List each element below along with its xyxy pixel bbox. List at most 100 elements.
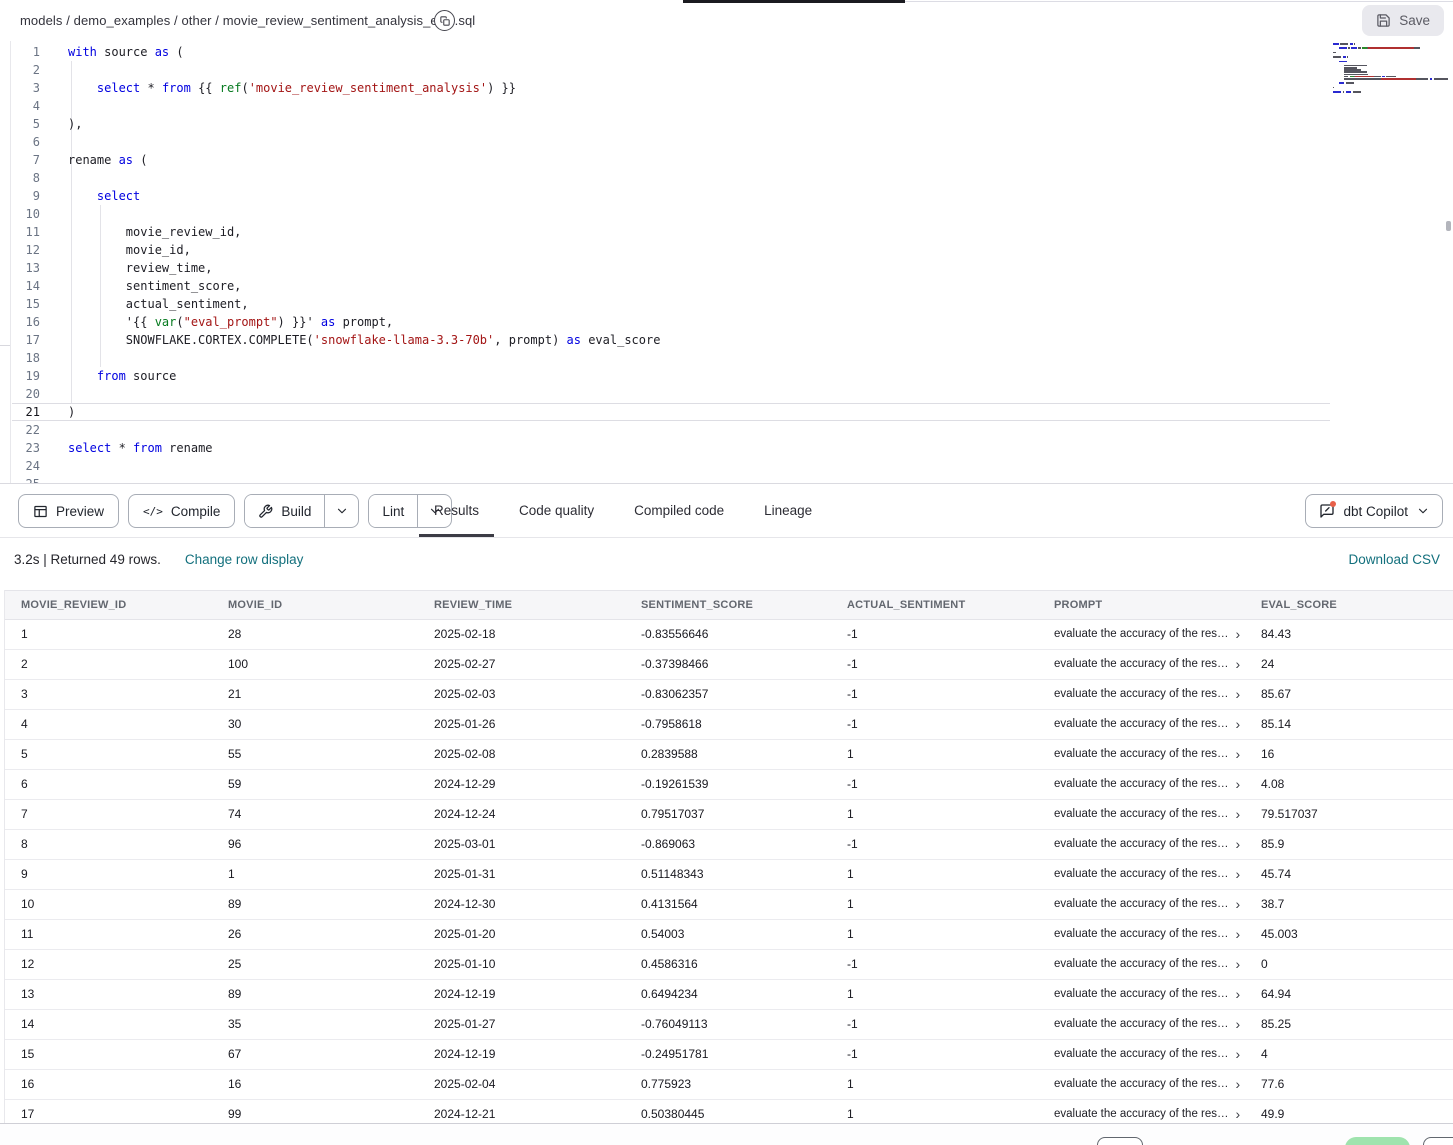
prompt-cell[interactable]: evaluate the accuracy of the res… › (1038, 860, 1245, 889)
sql-editor[interactable]: 1234567891011121314151617181920212223242… (0, 41, 1453, 483)
table-cell: 2025-01-10 (418, 950, 625, 979)
lint-label: Lint (382, 504, 404, 519)
copy-filename-button[interactable] (434, 10, 455, 31)
bottom-bar-button[interactable] (1097, 1137, 1143, 1145)
lint-button[interactable]: Lint (369, 495, 417, 527)
table-row: 912025-01-310.511483431evaluate the accu… (5, 860, 1453, 890)
expand-prompt-icon[interactable]: › (1236, 1077, 1241, 1091)
line-number: 11 (0, 223, 40, 241)
expand-prompt-icon[interactable]: › (1236, 837, 1241, 851)
prompt-cell[interactable]: evaluate the accuracy of the res… › (1038, 1070, 1245, 1099)
table-cell: 1 (831, 860, 1038, 889)
table-cell: 55 (212, 740, 418, 769)
prompt-cell[interactable]: evaluate the accuracy of the res…› (1038, 890, 1245, 919)
dbt-copilot-button[interactable]: dbt Copilot (1305, 494, 1443, 528)
table-cell: 2024-12-21 (418, 1100, 625, 1123)
prompt-preview: evaluate the accuracy of the res… (1054, 1070, 1229, 1099)
prompt-cell[interactable]: evaluate the accuracy of the res…› (1038, 650, 1245, 679)
table-header-row: MOVIE_REVIEW_IDMOVIE_IDREVIEW_TIMESENTIM… (5, 590, 1453, 620)
editor-gutter: 1234567891011121314151617181920212223242… (0, 43, 40, 483)
line-number: 7 (0, 151, 40, 169)
expand-prompt-icon[interactable]: › (1236, 687, 1241, 701)
prompt-cell[interactable]: evaluate the accuracy of the res… › (1038, 770, 1245, 799)
table-row: 7742024-12-240.795170371evaluate the acc… (5, 800, 1453, 830)
expand-prompt-icon[interactable]: › (1236, 957, 1241, 971)
expand-prompt-icon[interactable]: › (1236, 627, 1241, 641)
table-cell: 1 (831, 920, 1038, 949)
expand-prompt-icon[interactable]: › (1236, 717, 1241, 731)
expand-prompt-icon[interactable]: › (1236, 897, 1241, 911)
prompt-cell[interactable]: evaluate the accuracy of the res…› (1038, 800, 1245, 829)
save-button[interactable]: Save (1362, 5, 1444, 36)
prompt-cell[interactable]: evaluate the accuracy of the res…› (1038, 1100, 1245, 1123)
table-cell: 0.51148343 (625, 860, 831, 889)
prompt-cell[interactable]: evaluate the accuracy of the res…› (1038, 620, 1245, 649)
expand-prompt-icon[interactable]: › (1236, 657, 1241, 671)
expand-prompt-icon[interactable]: › (1236, 867, 1241, 881)
table-cell: 85.9 (1245, 830, 1453, 859)
code-line (68, 349, 660, 367)
code-line: select * from {{ ref('movie_review_senti… (68, 79, 660, 97)
table-cell: 100 (212, 650, 418, 679)
line-number: 10 (0, 205, 40, 223)
prompt-preview: evaluate the accuracy of the res… (1054, 680, 1229, 709)
expand-prompt-icon[interactable]: › (1236, 1047, 1241, 1061)
chevron-down-icon (335, 504, 349, 518)
prompt-preview: evaluate the accuracy of the res… (1054, 860, 1229, 889)
tab-results[interactable]: Results (432, 484, 481, 537)
table-cell: 2025-03-01 (418, 830, 625, 859)
preview-button[interactable]: Preview (18, 494, 119, 528)
prompt-cell[interactable]: evaluate the accuracy of the res…› (1038, 740, 1245, 769)
prompt-cell[interactable]: evaluate the accuracy of the res…› (1038, 1040, 1245, 1069)
build-split-button: Build (244, 494, 359, 528)
bottom-bar-green-pill[interactable] (1345, 1137, 1410, 1145)
tab-lineage[interactable]: Lineage (762, 484, 814, 537)
table-row: 5552025-02-080.28395881evaluate the accu… (5, 740, 1453, 770)
prompt-cell[interactable]: evaluate the accuracy of the res…› (1038, 950, 1245, 979)
table-cell: 77.6 (1245, 1070, 1453, 1099)
compile-button[interactable]: </> Compile (128, 494, 235, 528)
change-row-display-link[interactable]: Change row display (185, 552, 304, 567)
bottom-bar-button[interactable] (1423, 1137, 1453, 1145)
column-header: PROMPT (1038, 591, 1245, 619)
expand-prompt-icon[interactable]: › (1236, 927, 1241, 941)
expand-prompt-icon[interactable]: › (1236, 807, 1241, 821)
build-dropdown-button[interactable] (324, 495, 358, 527)
prompt-cell[interactable]: evaluate the accuracy of the res…› (1038, 830, 1245, 859)
prompt-preview: evaluate the accuracy of the res… (1054, 770, 1229, 799)
editor-code[interactable]: with source as ( select * from {{ ref('m… (68, 43, 660, 483)
table-cell: 2025-01-26 (418, 710, 625, 739)
expand-prompt-icon[interactable]: › (1236, 987, 1241, 1001)
table-body: 1282025-02-18-0.83556646-1evaluate the a… (5, 620, 1453, 1123)
code-line (68, 421, 660, 439)
table-icon (33, 504, 48, 519)
breadcrumb: models / demo_examples / other / movie_r… (20, 13, 475, 28)
query-status: 3.2s | Returned 49 rows. (14, 552, 161, 567)
line-number: 18 (0, 349, 40, 367)
expand-prompt-icon[interactable]: › (1236, 1017, 1241, 1031)
editor-minimap[interactable] (1333, 43, 1449, 101)
editor-actions: Preview </> Compile Build (18, 494, 452, 528)
expand-prompt-icon[interactable]: › (1236, 1107, 1241, 1121)
editor-scrollbar[interactable] (1446, 221, 1451, 231)
table-cell: 17 (5, 1100, 212, 1123)
expand-prompt-icon[interactable]: › (1236, 777, 1241, 791)
code-line (68, 385, 660, 403)
prompt-cell[interactable]: evaluate the accuracy of the res…› (1038, 1010, 1245, 1039)
prompt-cell[interactable]: evaluate the accuracy of the res… › (1038, 680, 1245, 709)
expand-prompt-icon[interactable]: › (1236, 747, 1241, 761)
table-cell: -1 (831, 950, 1038, 979)
line-number: 19 (0, 367, 40, 385)
results-table: MOVIE_REVIEW_IDMOVIE_IDREVIEW_TIMESENTIM… (4, 590, 1453, 1123)
tab-compiled-code[interactable]: Compiled code (632, 484, 726, 537)
table-row: 14352025-01-27-0.76049113-1evaluate the … (5, 1010, 1453, 1040)
prompt-cell[interactable]: evaluate the accuracy of the res…› (1038, 710, 1245, 739)
table-cell: 2025-01-31 (418, 860, 625, 889)
tab-code-quality[interactable]: Code quality (517, 484, 596, 537)
build-button[interactable]: Build (245, 495, 324, 527)
prompt-cell[interactable]: evaluate the accuracy of the res…› (1038, 980, 1245, 1009)
download-csv-link[interactable]: Download CSV (1348, 552, 1440, 567)
column-header: SENTIMENT_SCORE (625, 591, 831, 619)
table-cell: 49.9 (1245, 1100, 1453, 1123)
prompt-cell[interactable]: evaluate the accuracy of the res…› (1038, 920, 1245, 949)
